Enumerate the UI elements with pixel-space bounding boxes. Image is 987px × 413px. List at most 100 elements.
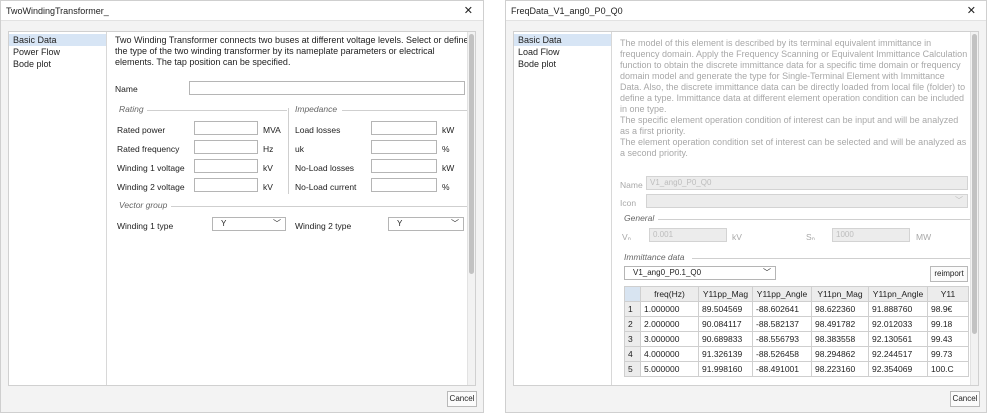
table-corner[interactable]	[624, 286, 641, 302]
table-cell[interactable]: -88.526458	[752, 346, 812, 362]
row-number: 3	[624, 331, 641, 347]
column-header[interactable]: Y11	[927, 286, 969, 302]
winding2-type-select[interactable]: Y ﹀	[388, 217, 464, 231]
sn-input[interactable]: 1000	[832, 228, 910, 242]
sidebar-item-basic-data[interactable]: Basic Data	[514, 34, 611, 46]
column-header[interactable]: Y11pp_Mag	[698, 286, 753, 302]
table-cell[interactable]: 91.888760	[868, 301, 928, 317]
load-losses-input[interactable]	[371, 121, 437, 135]
table-cell[interactable]: 98.223160	[811, 361, 869, 377]
sidebar-item-bode-plot[interactable]: Bode plot	[514, 58, 611, 70]
table-cell[interactable]: -88.556793	[752, 331, 812, 347]
description-line: domain model and generate the type for S…	[620, 71, 945, 81]
column-header[interactable]: Y11pp_Angle	[752, 286, 812, 302]
table-cell[interactable]: -88.602641	[752, 301, 812, 317]
column-header[interactable]: freq(Hz)	[640, 286, 699, 302]
table-cell[interactable]: 92.012033	[868, 316, 928, 332]
sidebar-nav: Basic Data Power Flow Bode plot	[9, 32, 107, 385]
vn-unit: kV	[732, 232, 742, 242]
sidebar-item-power-flow[interactable]: Power Flow	[9, 46, 106, 58]
table-cell[interactable]: 92.130561	[868, 331, 928, 347]
table-cell[interactable]: 99.18	[927, 316, 969, 332]
table-cell[interactable]: 98.383558	[811, 331, 869, 347]
vertical-scrollbar[interactable]	[467, 32, 475, 385]
sidebar-item-basic-data[interactable]: Basic Data	[9, 34, 106, 46]
row-number: 5	[624, 361, 641, 377]
two-winding-transformer-dialog: TwoWindingTransformer_ ✕ Basic Data Powe…	[0, 0, 484, 413]
table-cell[interactable]: 98.491782	[811, 316, 869, 332]
winding1-type-select[interactable]: Y ﹀	[212, 217, 286, 231]
sidebar-item-bode-plot[interactable]: Bode plot	[9, 58, 106, 70]
scrollbar-thumb[interactable]	[972, 34, 977, 334]
no-load-current-input[interactable]	[371, 178, 437, 192]
column-header[interactable]: Y11pn_Angle	[868, 286, 928, 302]
cancel-button[interactable]: Cancel	[950, 391, 980, 407]
table-cell[interactable]: 90.084117	[698, 316, 753, 332]
table-row[interactable]: 4 4.000000 91.326139 -88.526458 98.29486…	[624, 346, 969, 362]
table-row[interactable]: 5 5.000000 91.998160 -88.491001 98.22316…	[624, 361, 969, 377]
icon-select[interactable]: ﹀	[646, 194, 968, 208]
description-line: in one type.	[620, 104, 667, 114]
table-cell[interactable]: 89.504569	[698, 301, 753, 317]
no-load-current-label: No-Load current	[295, 182, 357, 192]
column-header[interactable]: Y11pn_Mag	[811, 286, 869, 302]
winding2-voltage-input[interactable]	[194, 178, 258, 192]
close-icon[interactable]: ✕	[464, 4, 473, 17]
table-cell[interactable]: 99.43	[927, 331, 969, 347]
table-cell[interactable]: 98.622360	[811, 301, 869, 317]
sn-unit: MW	[916, 232, 932, 242]
sn-label: Sₙ	[806, 232, 816, 242]
reimport-button[interactable]: reimport	[930, 266, 968, 282]
dialog-titlebar: TwoWindingTransformer_ ✕	[1, 1, 483, 21]
chevron-down-icon: ﹀	[763, 268, 771, 277]
sidebar-nav: Basic Data Load Flow Bode plot	[514, 32, 612, 385]
name-label: Name	[620, 180, 643, 190]
table-cell[interactable]: -88.491001	[752, 361, 812, 377]
operating-condition-select[interactable]: V1_ang0_P0.1_Q0 ﹀	[624, 266, 776, 280]
table-row[interactable]: 1 1.000000 89.504569 -88.602641 98.62236…	[624, 301, 969, 317]
winding1-voltage-input[interactable]	[194, 159, 258, 173]
freqdata-dialog: FreqData_V1_ang0_P0_Q0 ✕ Basic Data Load…	[505, 0, 987, 413]
table-cell[interactable]: 98.9€	[927, 301, 969, 317]
no-load-losses-input[interactable]	[371, 159, 437, 173]
name-input[interactable]: V1_ang0_P0_Q0	[646, 176, 968, 190]
table-cell[interactable]: 4.000000	[640, 346, 699, 362]
table-cell[interactable]: 90.689833	[698, 331, 753, 347]
table-cell[interactable]: 1.000000	[640, 301, 699, 317]
vn-label: Vₙ	[622, 232, 632, 242]
cancel-button[interactable]: Cancel	[447, 391, 477, 407]
vertical-scrollbar[interactable]	[970, 32, 978, 385]
table-cell[interactable]: -88.582137	[752, 316, 812, 332]
table-cell[interactable]: 98.294862	[811, 346, 869, 362]
table-cell[interactable]: 92.354069	[868, 361, 928, 377]
description-line: a second priority.	[620, 148, 688, 158]
scrollbar-thumb[interactable]	[469, 34, 474, 274]
uk-input[interactable]	[371, 140, 437, 154]
immittance-divider	[692, 258, 970, 259]
table-row[interactable]: 3 3.000000 90.689833 -88.556793 98.38355…	[624, 331, 969, 347]
table-cell[interactable]: 91.326139	[698, 346, 753, 362]
rated-frequency-input[interactable]	[194, 140, 258, 154]
table-cell[interactable]: 92.244517	[868, 346, 928, 362]
winding2-type-label: Winding 2 type	[295, 221, 352, 231]
no-load-current-unit: %	[442, 182, 450, 192]
uk-unit: %	[442, 144, 450, 154]
table-cell[interactable]: 99.73	[927, 346, 969, 362]
table-cell[interactable]: 2.000000	[640, 316, 699, 332]
winding1-type-label: Winding 1 type	[117, 221, 174, 231]
name-input[interactable]	[189, 81, 465, 95]
table-row[interactable]: 2 2.000000 90.084117 -88.582137 98.49178…	[624, 316, 969, 332]
winding2-voltage-unit: kV	[263, 182, 273, 192]
vn-input[interactable]: 0.001	[649, 228, 727, 242]
table-cell[interactable]: 5.000000	[640, 361, 699, 377]
close-icon[interactable]: ✕	[967, 4, 976, 17]
description-line: define a type. Immittance data at differ…	[620, 93, 965, 103]
rated-power-input[interactable]	[194, 121, 258, 135]
sidebar-item-load-flow[interactable]: Load Flow	[514, 46, 611, 58]
table-header-row: freq(Hz) Y11pp_Mag Y11pp_Angle Y11pn_Mag…	[624, 286, 969, 302]
row-number: 2	[624, 316, 641, 332]
load-losses-label: Load losses	[295, 125, 341, 135]
table-cell[interactable]: 91.998160	[698, 361, 753, 377]
table-cell[interactable]: 3.000000	[640, 331, 699, 347]
table-cell[interactable]: 100.C	[927, 361, 969, 377]
